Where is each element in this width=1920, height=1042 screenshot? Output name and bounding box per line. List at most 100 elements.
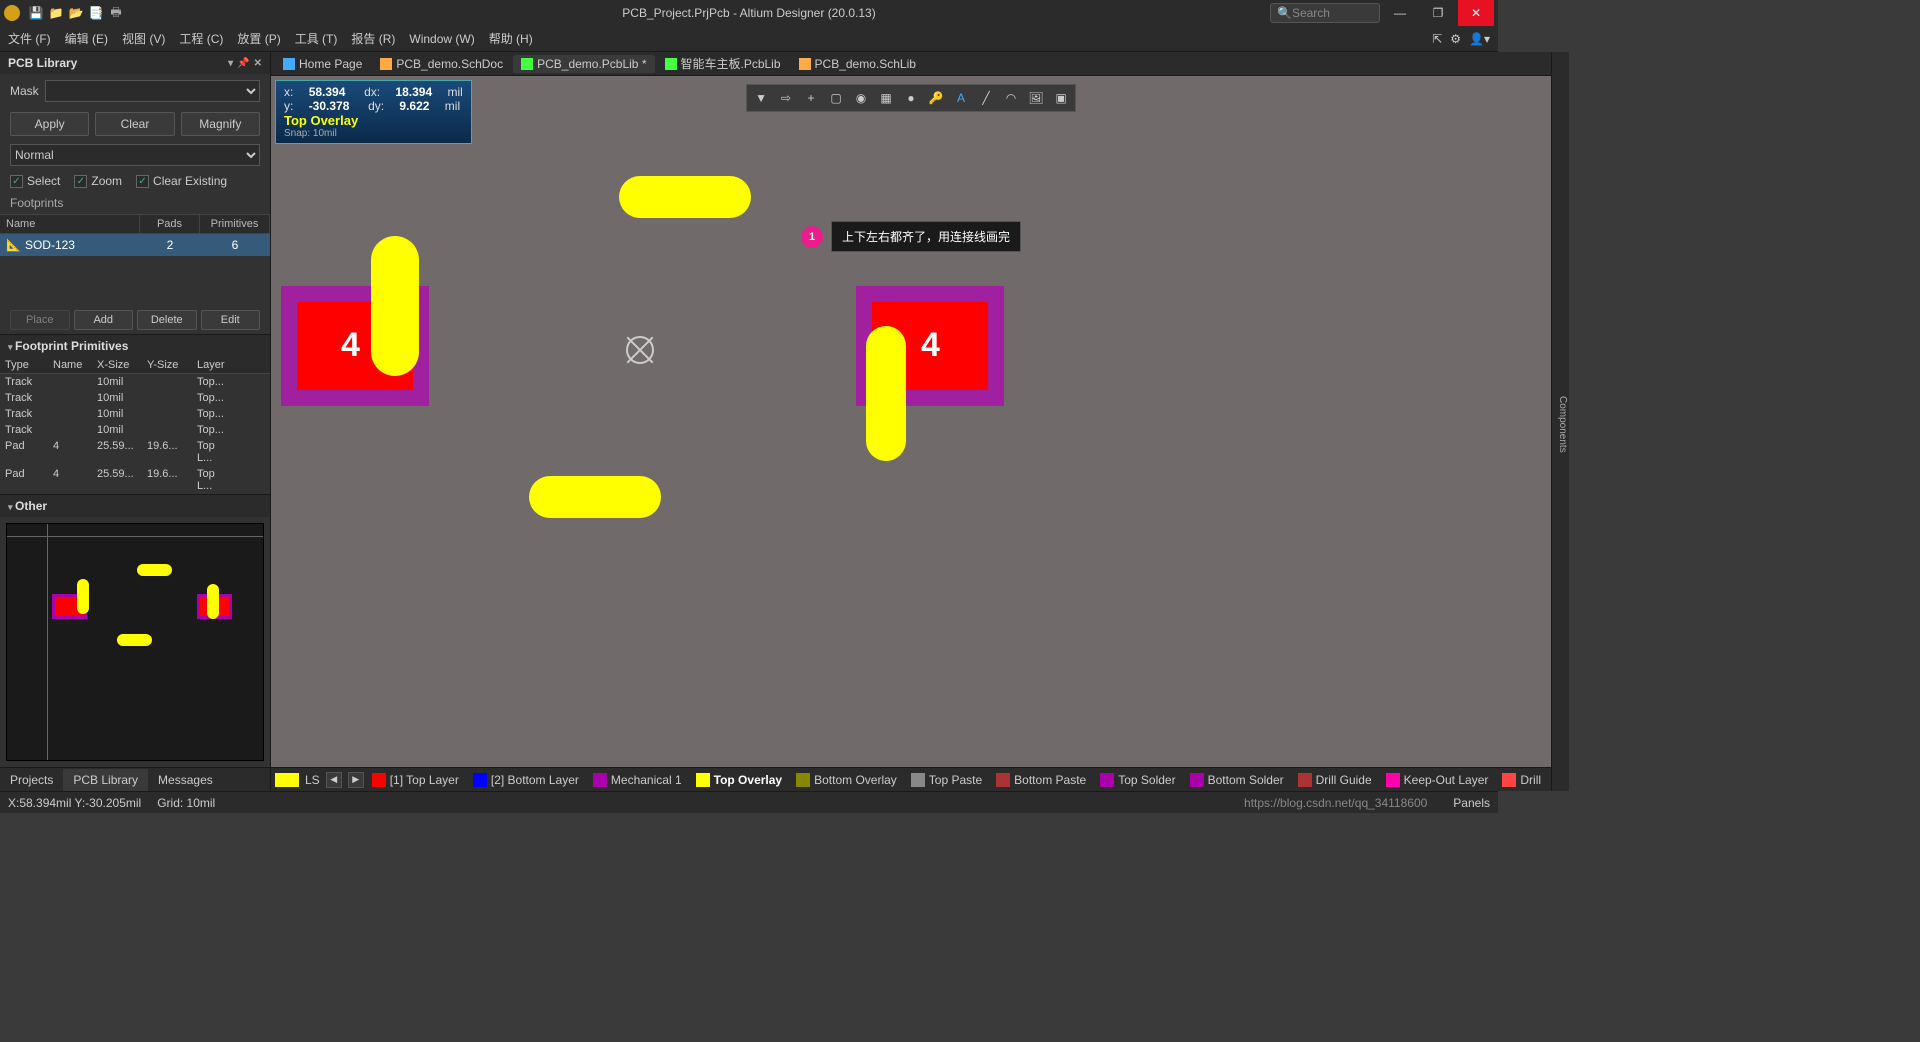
route-icon[interactable]: ⇨ xyxy=(774,87,798,109)
primitive-row[interactable]: Track10milTop... xyxy=(0,390,270,406)
messages-tab[interactable]: Messages xyxy=(148,769,223,791)
layer-item[interactable]: Drill xyxy=(1496,771,1547,789)
text-icon[interactable]: A xyxy=(949,87,973,109)
plus-icon[interactable]: + xyxy=(799,87,823,109)
panel-close-icon[interactable]: ✕ xyxy=(254,58,262,69)
fill-icon[interactable]: ▦ xyxy=(874,87,898,109)
select-checkbox[interactable]: ✓Select xyxy=(10,174,60,188)
filter-icon[interactable]: ▼ xyxy=(749,87,773,109)
pcb-library-panel: PCB Library ▾ 📌 ✕ Mask Apply Clear Magni… xyxy=(0,52,271,791)
pcb-canvas[interactable]: x: 58.394 dx: 18.394 mil y: -30.378 dy: … xyxy=(271,76,1551,767)
footprint-preview xyxy=(6,523,264,761)
edit-button[interactable]: Edit xyxy=(201,310,261,330)
layer-item[interactable]: Keep-Out Layer xyxy=(1380,771,1495,789)
annotation-callout: 1 上下左右都齐了，用连接线画完 xyxy=(801,221,1021,252)
primitive-row[interactable]: Track10milTop... xyxy=(0,374,270,390)
magnify-button[interactable]: Magnify xyxy=(181,112,260,136)
save-icon[interactable]: 💾 xyxy=(28,5,44,21)
arc-icon[interactable]: ◠ xyxy=(999,87,1023,109)
tab-schdoc[interactable]: PCB_demo.SchDoc xyxy=(372,55,511,73)
share-icon[interactable]: ⇱ xyxy=(1432,32,1442,46)
clear-button[interactable]: Clear xyxy=(95,112,174,136)
footprint-row[interactable]: 📐 SOD-123 2 6 xyxy=(0,234,270,256)
pill-left-top[interactable] xyxy=(371,236,419,376)
menu-report[interactable]: 报告 (R) xyxy=(351,30,395,47)
ls-label[interactable]: LS xyxy=(305,773,320,787)
primitive-row[interactable]: Pad425.59...19.6...Top L... xyxy=(0,438,270,466)
menu-window[interactable]: Window (W) xyxy=(409,32,474,46)
user-icon[interactable]: 👤▾ xyxy=(1469,32,1490,46)
layer-item[interactable]: Top Paste xyxy=(905,771,988,789)
tab-pcblib-active[interactable]: PCB_demo.PcbLib * xyxy=(513,55,654,73)
pad-right-number: 4 xyxy=(921,326,940,365)
panels-button[interactable]: Panels xyxy=(1453,796,1490,810)
panel-pin-icon[interactable]: 📌 xyxy=(237,58,249,69)
layer-item[interactable]: [2] Bottom Layer xyxy=(467,771,585,789)
search-input[interactable]: 🔍 Search xyxy=(1270,3,1380,23)
layer-item[interactable]: Bottom Paste xyxy=(990,771,1092,789)
layer-item[interactable]: Mechanical 1 xyxy=(587,771,688,789)
minimize-button[interactable]: — xyxy=(1382,0,1418,26)
menu-file[interactable]: 文件 (F) xyxy=(8,30,51,47)
primitive-row[interactable]: Track10milTop... xyxy=(0,422,270,438)
projects-tab[interactable]: Projects xyxy=(0,769,63,791)
side-dock: Components Properties xyxy=(1551,52,1569,791)
place-button: Place xyxy=(10,310,70,330)
menu-edit[interactable]: 编辑 (E) xyxy=(65,30,108,47)
image-icon[interactable]: 🖼 xyxy=(1024,87,1048,109)
menu-project[interactable]: 工程 (C) xyxy=(179,30,223,47)
via-icon[interactable]: ◉ xyxy=(849,87,873,109)
clear-existing-checkbox[interactable]: ✓Clear Existing xyxy=(136,174,227,188)
layer-item[interactable]: Drill Guide xyxy=(1292,771,1378,789)
pill-right-bottom[interactable] xyxy=(866,326,906,461)
zoom-checkbox[interactable]: ✓Zoom xyxy=(74,174,122,188)
layer-item[interactable]: [1] Top Layer xyxy=(366,771,465,789)
dot-icon[interactable]: ● xyxy=(899,87,923,109)
primitive-row[interactable]: Pad425.59...19.6...Top L... xyxy=(0,466,270,494)
maximize-button[interactable]: ❐ xyxy=(1420,0,1456,26)
components-dock-tab[interactable]: Components xyxy=(1556,392,1569,457)
window-title: PCB_Project.PrjPcb - Altium Designer (20… xyxy=(622,6,875,20)
pcb-library-tab[interactable]: PCB Library xyxy=(63,769,148,791)
close-button[interactable]: ✕ xyxy=(1458,0,1494,26)
menu-help[interactable]: 帮助 (H) xyxy=(489,30,533,47)
mode-select[interactable]: Normal xyxy=(10,144,260,166)
tab-schlib[interactable]: PCB_demo.SchLib xyxy=(791,55,924,73)
layer-item[interactable]: Top Overlay xyxy=(690,771,788,789)
key-icon[interactable]: 🔑 xyxy=(924,87,948,109)
other-header[interactable]: Other xyxy=(0,494,270,517)
layer-item[interactable]: Top Solder xyxy=(1094,771,1181,789)
pill-top[interactable] xyxy=(619,176,751,218)
menu-tools[interactable]: 工具 (T) xyxy=(295,30,338,47)
annotation-badge: 1 xyxy=(801,226,823,248)
menu-view[interactable]: 视图 (V) xyxy=(122,30,165,47)
add-button[interactable]: Add xyxy=(74,310,134,330)
line-icon[interactable]: ╱ xyxy=(974,87,998,109)
array-icon[interactable]: ▣ xyxy=(1049,87,1073,109)
tab-home[interactable]: Home Page xyxy=(275,55,370,73)
settings-icon[interactable]: ⚙ xyxy=(1450,32,1461,46)
open-folder-icon[interactable]: 📁 xyxy=(48,5,64,21)
mask-select[interactable] xyxy=(45,80,260,102)
delete-button[interactable]: Delete xyxy=(137,310,197,330)
layer-prev-button[interactable]: ◀ xyxy=(326,772,342,788)
primitive-row[interactable]: Track10milTop... xyxy=(0,406,270,422)
rect-icon[interactable]: ▢ xyxy=(824,87,848,109)
panel-dropdown-icon[interactable]: ▾ xyxy=(228,58,233,69)
coordinates-hud: x: 58.394 dx: 18.394 mil y: -30.378 dy: … xyxy=(275,80,472,144)
print-icon[interactable]: 🖶 xyxy=(108,5,124,21)
footprint-primitives-header[interactable]: Footprint Primitives xyxy=(0,334,270,357)
layer-item[interactable]: Bottom Solder xyxy=(1184,771,1290,789)
mask-label: Mask xyxy=(10,84,39,98)
status-coords: X:58.394mil Y:-30.205mil xyxy=(8,796,141,810)
apply-button[interactable]: Apply xyxy=(10,112,89,136)
pad-left-number: 4 xyxy=(341,326,360,365)
open-file-icon[interactable]: 📂 xyxy=(68,5,84,21)
tab-pcblib2[interactable]: 智能车主板.PcbLib xyxy=(657,53,789,74)
layer-next-button[interactable]: ▶ xyxy=(348,772,364,788)
main-area: Home Page PCB_demo.SchDoc PCB_demo.PcbLi… xyxy=(271,52,1551,791)
pill-bottom[interactable] xyxy=(529,476,661,518)
save-all-icon[interactable]: 📑 xyxy=(88,5,104,21)
menu-place[interactable]: 放置 (P) xyxy=(237,30,280,47)
layer-item[interactable]: Bottom Overlay xyxy=(790,771,903,789)
